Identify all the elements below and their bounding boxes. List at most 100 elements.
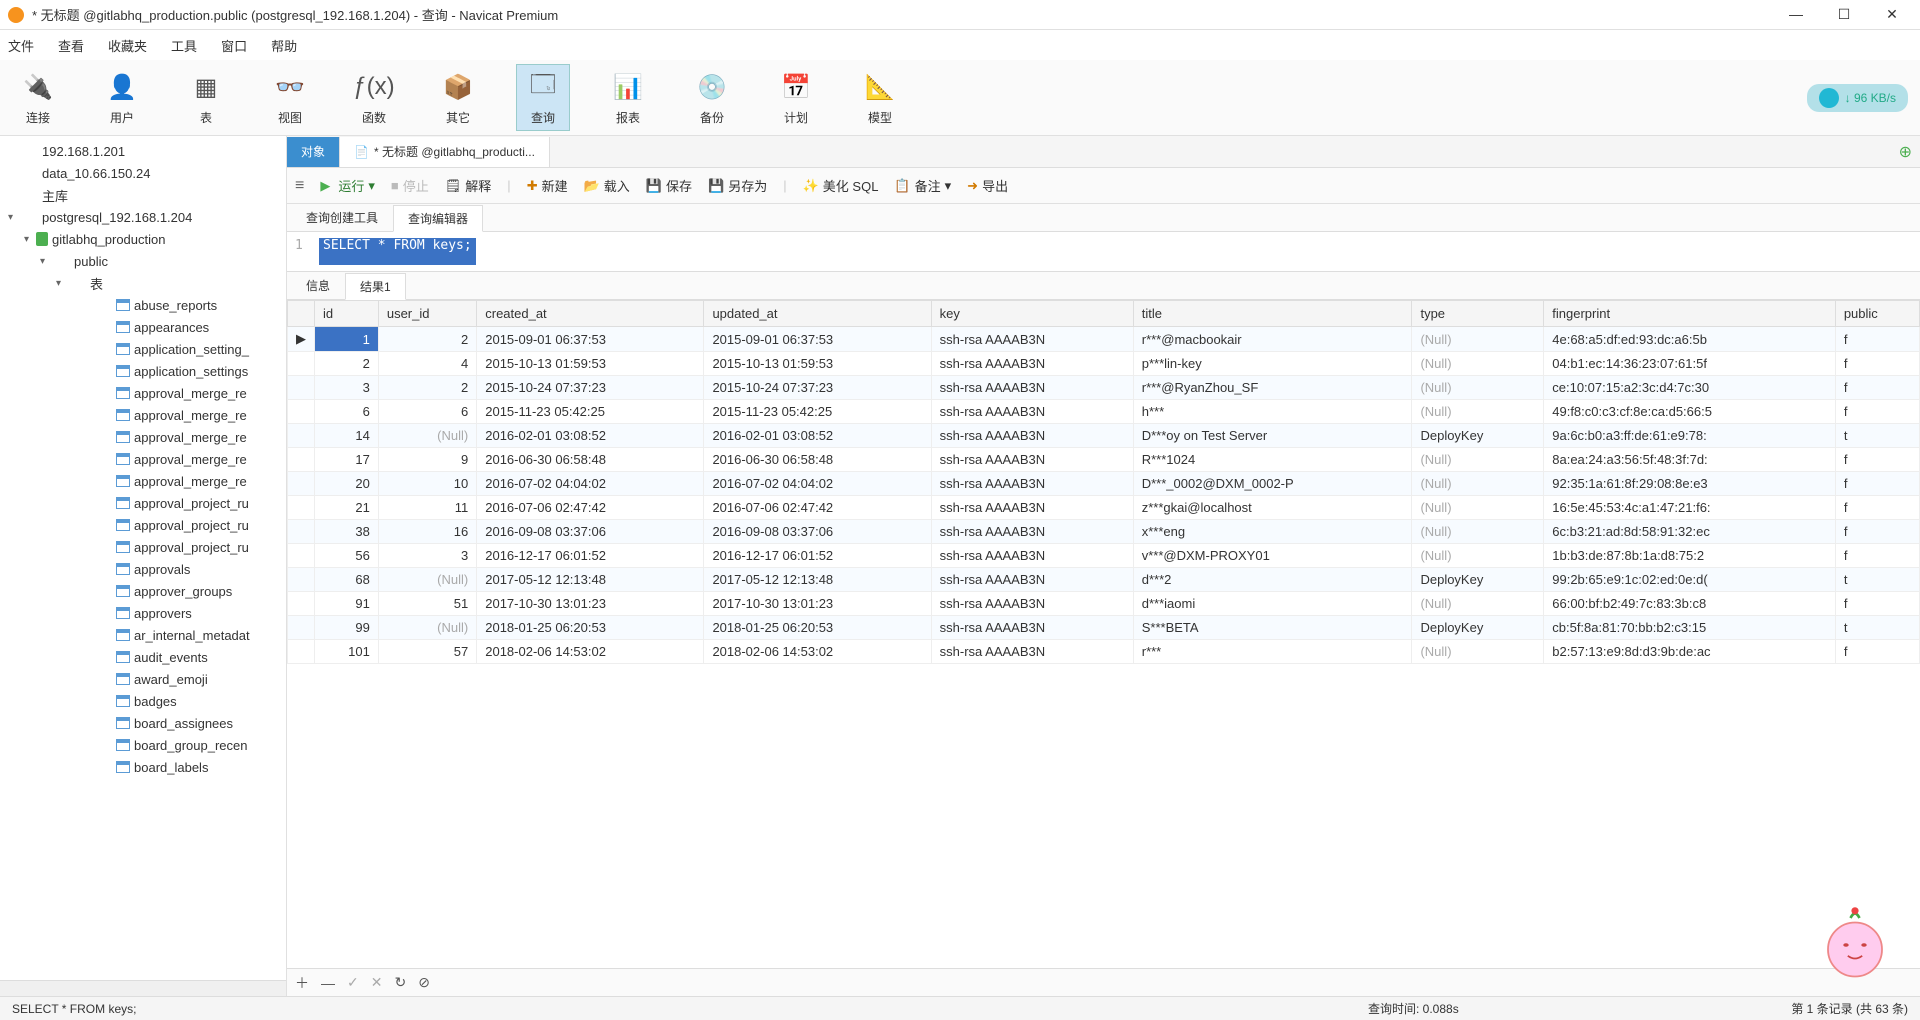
table-board_group_recen-20[interactable]: board_group_recen <box>0 734 286 756</box>
commit-button[interactable]: ✓ <box>347 974 359 991</box>
table-row[interactable]: 21112016-07-06 02:47:422016-07-06 02:47:… <box>288 496 1920 520</box>
server-2[interactable]: 主库 <box>0 184 286 206</box>
table-row[interactable]: 20102016-07-02 04:04:022016-07-02 04:04:… <box>288 472 1920 496</box>
table-approval_merge_re-6[interactable]: approval_merge_re <box>0 426 286 448</box>
sync-speed-badge[interactable]: ↓ 96 KB/s <box>1807 84 1908 112</box>
toolbar-schedule[interactable]: 📅计划 <box>770 65 822 130</box>
table-application_settings-3[interactable]: application_settings <box>0 360 286 382</box>
col-fingerprint[interactable]: fingerprint <box>1544 301 1836 327</box>
table-approvers-14[interactable]: approvers <box>0 602 286 624</box>
col-user_id[interactable]: user_id <box>378 301 476 327</box>
sql-editor[interactable]: 1 SELECT * FROM keys; <box>287 232 1920 272</box>
add-row-button[interactable]: ＋ <box>295 973 309 993</box>
toolbar-plug[interactable]: 🔌连接 <box>12 65 64 130</box>
table-row[interactable]: 242015-10-13 01:59:532015-10-13 01:59:53… <box>288 352 1920 376</box>
toolbar-table[interactable]: ▦表 <box>180 65 232 130</box>
table-approval_project_ru-10[interactable]: approval_project_ru <box>0 514 286 536</box>
add-tab-button[interactable]: ⊕ <box>1891 142 1920 162</box>
menu-帮助[interactable]: 帮助 <box>271 36 297 55</box>
table-approval_merge_re-8[interactable]: approval_merge_re <box>0 470 286 492</box>
menu-收藏夹[interactable]: 收藏夹 <box>108 36 147 55</box>
run-button[interactable]: 运行 ▾ <box>320 176 375 195</box>
table-approval_project_ru-9[interactable]: approval_project_ru <box>0 492 286 514</box>
tables-folder[interactable]: ▾表 <box>0 272 286 294</box>
server-1[interactable]: data_10.66.150.24 <box>0 162 286 184</box>
tab-result1[interactable]: 结果1 <box>345 273 406 300</box>
table-approval_merge_re-4[interactable]: approval_merge_re <box>0 382 286 404</box>
schema-node[interactable]: ▾public <box>0 250 286 272</box>
toolbar-report[interactable]: 📊报表 <box>602 65 654 130</box>
beautify-button[interactable]: ✨ 美化 SQL <box>803 176 879 195</box>
table-row[interactable]: 99(Null)2018-01-25 06:20:532018-01-25 06… <box>288 616 1920 640</box>
table-application_setting_-2[interactable]: application_setting_ <box>0 338 286 360</box>
save-button[interactable]: 💾 保存 <box>646 176 692 195</box>
server-0[interactable]: 192.168.1.201 <box>0 140 286 162</box>
sql-text[interactable]: SELECT * FROM keys; <box>319 238 476 265</box>
table-row[interactable]: 101572018-02-06 14:53:022018-02-06 14:53… <box>288 640 1920 664</box>
table-row[interactable]: 14(Null)2016-02-01 03:08:522016-02-01 03… <box>288 424 1920 448</box>
result-grid[interactable]: iduser_idcreated_atupdated_atkeytitletyp… <box>287 300 1920 968</box>
maximize-button[interactable]: ☐ <box>1832 6 1856 23</box>
table-appearances-1[interactable]: appearances <box>0 316 286 338</box>
table-row[interactable]: 91512017-10-30 13:01:232017-10-30 13:01:… <box>288 592 1920 616</box>
col-updated_at[interactable]: updated_at <box>704 301 931 327</box>
table-approval_project_ru-11[interactable]: approval_project_ru <box>0 536 286 558</box>
connection-tree[interactable]: 192.168.1.201data_10.66.150.24主库▾postgre… <box>0 136 287 996</box>
table-approval_merge_re-7[interactable]: approval_merge_re <box>0 448 286 470</box>
note-button[interactable]: 📋 备注 ▾ <box>894 176 951 195</box>
tab-query-builder[interactable]: 查询创建工具 <box>291 204 393 231</box>
table-board_assignees-19[interactable]: board_assignees <box>0 712 286 734</box>
table-row[interactable]: 322015-10-24 07:37:232015-10-24 07:37:23… <box>288 376 1920 400</box>
table-row[interactable]: 1792016-06-30 06:58:482016-06-30 06:58:4… <box>288 448 1920 472</box>
table-abuse_reports-0[interactable]: abuse_reports <box>0 294 286 316</box>
tab-info[interactable]: 信息 <box>291 272 345 299</box>
table-badges-18[interactable]: badges <box>0 690 286 712</box>
minimize-button[interactable]: — <box>1784 6 1808 23</box>
toolbar-model[interactable]: 📐模型 <box>854 65 906 130</box>
hamburger-icon[interactable]: ≡ <box>295 177 304 195</box>
new-button[interactable]: ✚ 新建 <box>527 176 568 195</box>
toolbar-other[interactable]: 📦其它 <box>432 65 484 130</box>
menu-窗口[interactable]: 窗口 <box>221 36 247 55</box>
toolbar-backup[interactable]: 💿备份 <box>686 65 738 130</box>
save-as-button[interactable]: 💾 另存为 <box>708 176 767 195</box>
menu-查看[interactable]: 查看 <box>58 36 84 55</box>
toolbar-view[interactable]: 👓视图 <box>264 65 316 130</box>
table-approver_groups-13[interactable]: approver_groups <box>0 580 286 602</box>
table-row[interactable]: ▶122015-09-01 06:37:532015-09-01 06:37:5… <box>288 327 1920 352</box>
col-key[interactable]: key <box>931 301 1133 327</box>
table-award_emoji-17[interactable]: award_emoji <box>0 668 286 690</box>
table-row[interactable]: 5632016-12-17 06:01:522016-12-17 06:01:5… <box>288 544 1920 568</box>
server-3[interactable]: ▾postgresql_192.168.1.204 <box>0 206 286 228</box>
menu-文件[interactable]: 文件 <box>8 36 34 55</box>
toolbar-query[interactable]: 🗔查询 <box>516 64 570 131</box>
table-audit_events-16[interactable]: audit_events <box>0 646 286 668</box>
close-button[interactable]: ✕ <box>1880 6 1904 23</box>
toolbar-user[interactable]: 👤用户 <box>96 65 148 130</box>
load-button[interactable]: 📂 载入 <box>584 176 630 195</box>
cancel-edit-button[interactable]: ✕ <box>371 974 383 991</box>
db-node[interactable]: ▾gitlabhq_production <box>0 228 286 250</box>
sidebar-h-scrollbar[interactable] <box>0 980 286 996</box>
delete-row-button[interactable]: — <box>321 975 335 991</box>
tab-objects[interactable]: 对象 <box>287 137 340 167</box>
table-approvals-12[interactable]: approvals <box>0 558 286 580</box>
table-row[interactable]: 68(Null)2017-05-12 12:13:482017-05-12 12… <box>288 568 1920 592</box>
refresh-button[interactable]: ↻ <box>394 974 406 991</box>
explain-button[interactable]: 🗒 解释 <box>445 176 492 195</box>
stop-load-button[interactable]: ⊘ <box>418 974 430 991</box>
toolbar-fx[interactable]: ƒ(x)函数 <box>348 65 400 130</box>
col-public[interactable]: public <box>1835 301 1919 327</box>
col-type[interactable]: type <box>1412 301 1544 327</box>
table-row[interactable]: 38162016-09-08 03:37:062016-09-08 03:37:… <box>288 520 1920 544</box>
tab-query-untitled[interactable]: 📄 * 无标题 @gitlabhq_producti... <box>340 137 550 167</box>
table-row[interactable]: 662015-11-23 05:42:252015-11-23 05:42:25… <box>288 400 1920 424</box>
col-title[interactable]: title <box>1133 301 1412 327</box>
col-id[interactable]: id <box>315 301 379 327</box>
table-ar_internal_metadat-15[interactable]: ar_internal_metadat <box>0 624 286 646</box>
table-board_labels-21[interactable]: board_labels <box>0 756 286 778</box>
col-created_at[interactable]: created_at <box>477 301 704 327</box>
menu-工具[interactable]: 工具 <box>171 36 197 55</box>
export-button[interactable]: ➜ 导出 <box>967 176 1008 195</box>
table-approval_merge_re-5[interactable]: approval_merge_re <box>0 404 286 426</box>
